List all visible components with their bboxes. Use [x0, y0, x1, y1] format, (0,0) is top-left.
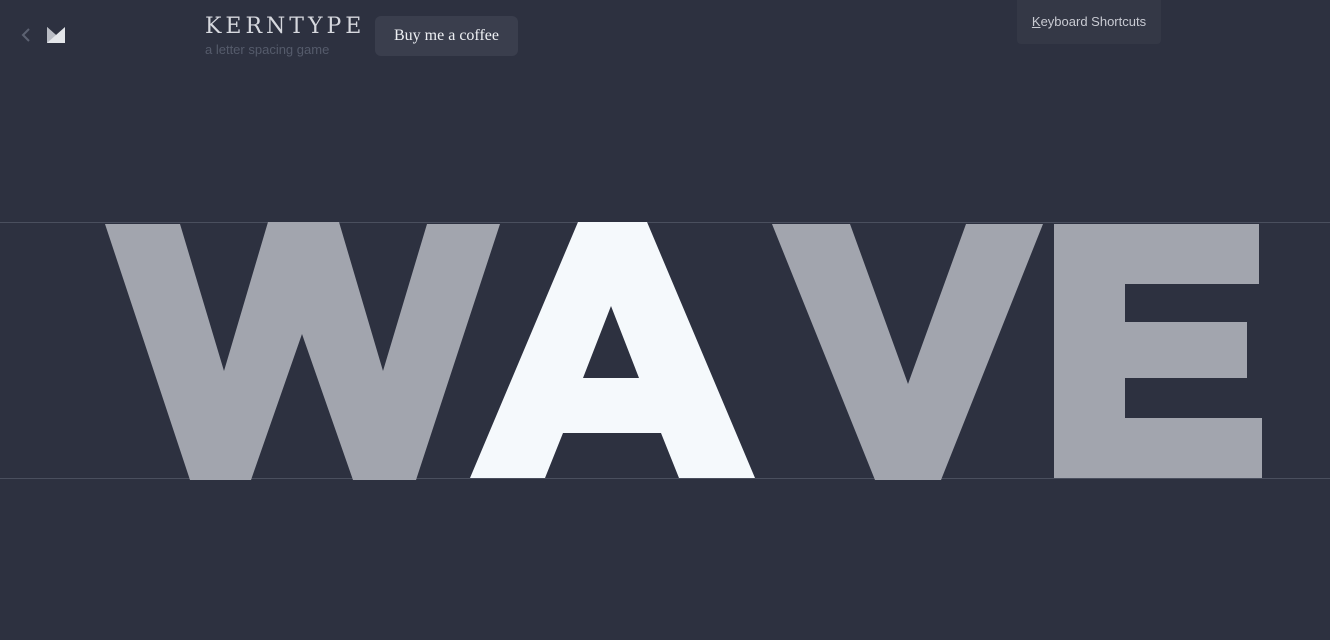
letter-e[interactable] — [1054, 224, 1262, 478]
letter-v[interactable] — [772, 224, 1043, 480]
puzzle-word — [105, 222, 1262, 480]
letter-a[interactable] — [470, 222, 755, 478]
letter-w[interactable] — [105, 222, 500, 480]
kerntype-page: KERNTYPE a letter spacing game Buy me a … — [0, 0, 1330, 640]
